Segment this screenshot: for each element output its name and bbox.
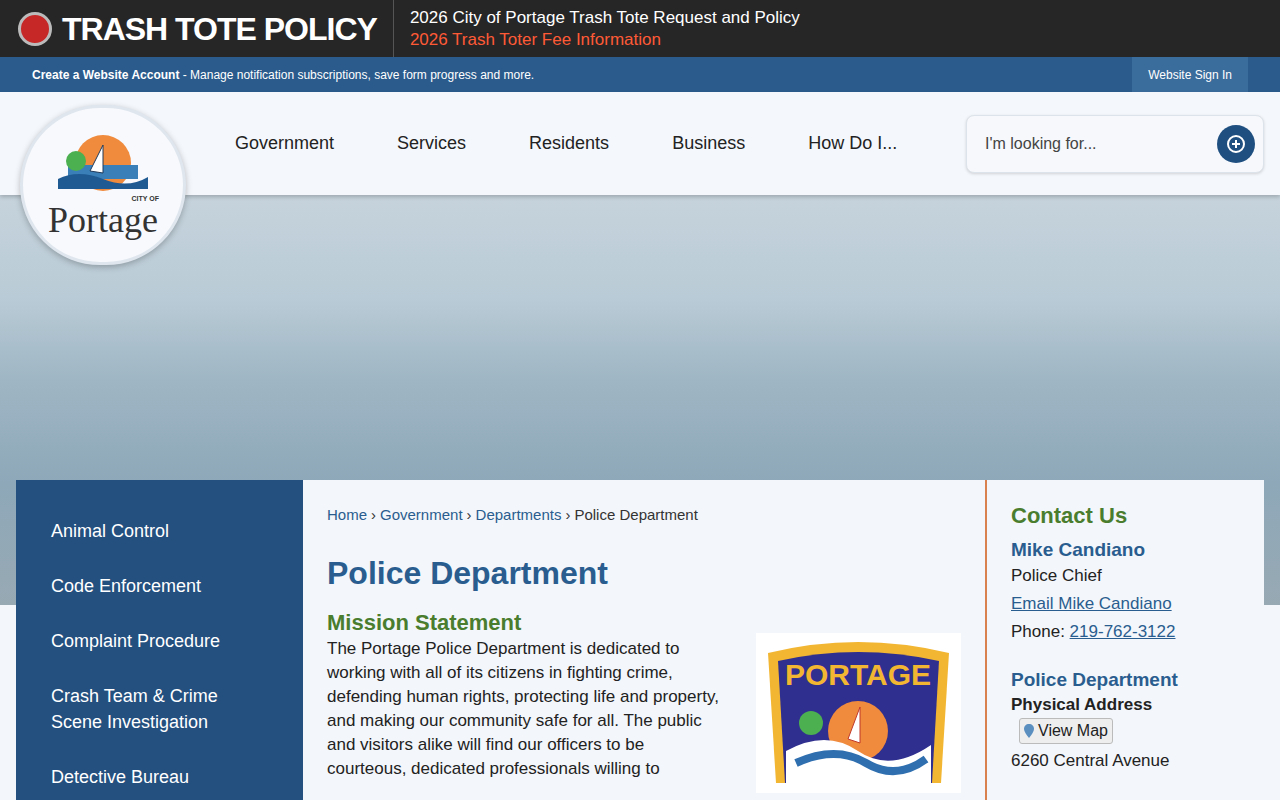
nav-item[interactable]: How Do I... <box>808 130 897 157</box>
alert-link[interactable]: 2026 City of Portage Trash Tote Request … <box>410 7 800 29</box>
alert-title: TRASH TOTE POLICY <box>62 13 377 45</box>
contact-role: Police Chief <box>1011 562 1264 590</box>
street-address: 6260 Central Avenue <box>1011 748 1264 774</box>
dept-heading: Police Department <box>1011 668 1264 692</box>
main-content: Home›Government›Departments›Police Depar… <box>303 480 985 800</box>
contact-name: Mike Candiano <box>1011 538 1264 562</box>
nav-item[interactable]: Government <box>235 130 334 157</box>
city-logo[interactable]: CITY OFPortage <box>20 105 186 265</box>
page-title: Police Department <box>327 553 961 593</box>
nav-item[interactable]: Residents <box>529 130 609 157</box>
breadcrumb: Home›Government›Departments›Police Depar… <box>327 504 961 527</box>
sidebar-item[interactable]: Detective Bureau <box>51 764 268 790</box>
create-account-link[interactable]: Create a Website Account <box>32 68 179 82</box>
sidebar-item[interactable]: Code Enforcement <box>51 573 268 599</box>
nav-item[interactable]: Business <box>672 130 745 157</box>
alert-bar: TRASH TOTE POLICY 2026 City of Portage Tr… <box>0 0 1280 57</box>
police-badge-icon: PORTAGE <box>756 633 961 793</box>
search-box[interactable]: I'm looking for... <box>966 115 1264 173</box>
header: Government Services Residents Business How D… <box>0 92 1280 195</box>
content: Animal Control Code Enforcement Complaint … <box>16 480 1264 800</box>
sidebar-item[interactable]: Complaint Procedure <box>51 628 268 654</box>
view-map-button[interactable]: View Map <box>1019 718 1113 744</box>
map-pin-icon <box>1024 724 1034 738</box>
contact-email[interactable]: Email Mike Candiano <box>1011 590 1264 618</box>
mission-paragraph: The Portage Police Department is dedicat… <box>327 637 726 793</box>
search-placeholder: I'm looking for... <box>985 132 1217 156</box>
alert-icon <box>18 12 52 46</box>
address-label: Physical Address <box>1011 692 1264 718</box>
contact-panel: Contact Us Mike CandianoPolice ChiefEmail… <box>985 480 1264 800</box>
account-bar: Create a Website Account - Manage notifi… <box>0 57 1280 92</box>
logo-art-icon <box>48 133 158 195</box>
breadcrumb-item: Police Department <box>574 506 697 523</box>
sidebar: Animal Control Code Enforcement Complaint … <box>16 480 303 800</box>
sidebar-item[interactable]: Crash Team & Crime Scene Investigation <box>51 683 268 735</box>
contact-phone: Phone: 219-762-3122 <box>1011 618 1264 646</box>
svg-text:PORTAGE: PORTAGE <box>785 658 931 691</box>
contact-heading: Contact Us <box>1011 502 1264 530</box>
sidebar-item[interactable]: Animal Control <box>51 518 268 544</box>
breadcrumb-item[interactable]: Home <box>327 506 367 523</box>
alert-link[interactable]: 2026 Trash Toter Fee Information <box>410 29 800 51</box>
section-title: Mission Statement <box>327 609 961 637</box>
search-icon[interactable] <box>1217 125 1255 163</box>
breadcrumb-item[interactable]: Government <box>380 506 463 523</box>
breadcrumb-item[interactable]: Departments <box>476 506 562 523</box>
phone-link[interactable]: 219-762-3122 <box>1070 622 1176 641</box>
nav-item[interactable]: Services <box>397 130 466 157</box>
sign-in-button[interactable]: Website Sign In <box>1132 57 1248 92</box>
page: TRASH TOTE POLICY 2026 City of Portage Tr… <box>0 0 1280 800</box>
